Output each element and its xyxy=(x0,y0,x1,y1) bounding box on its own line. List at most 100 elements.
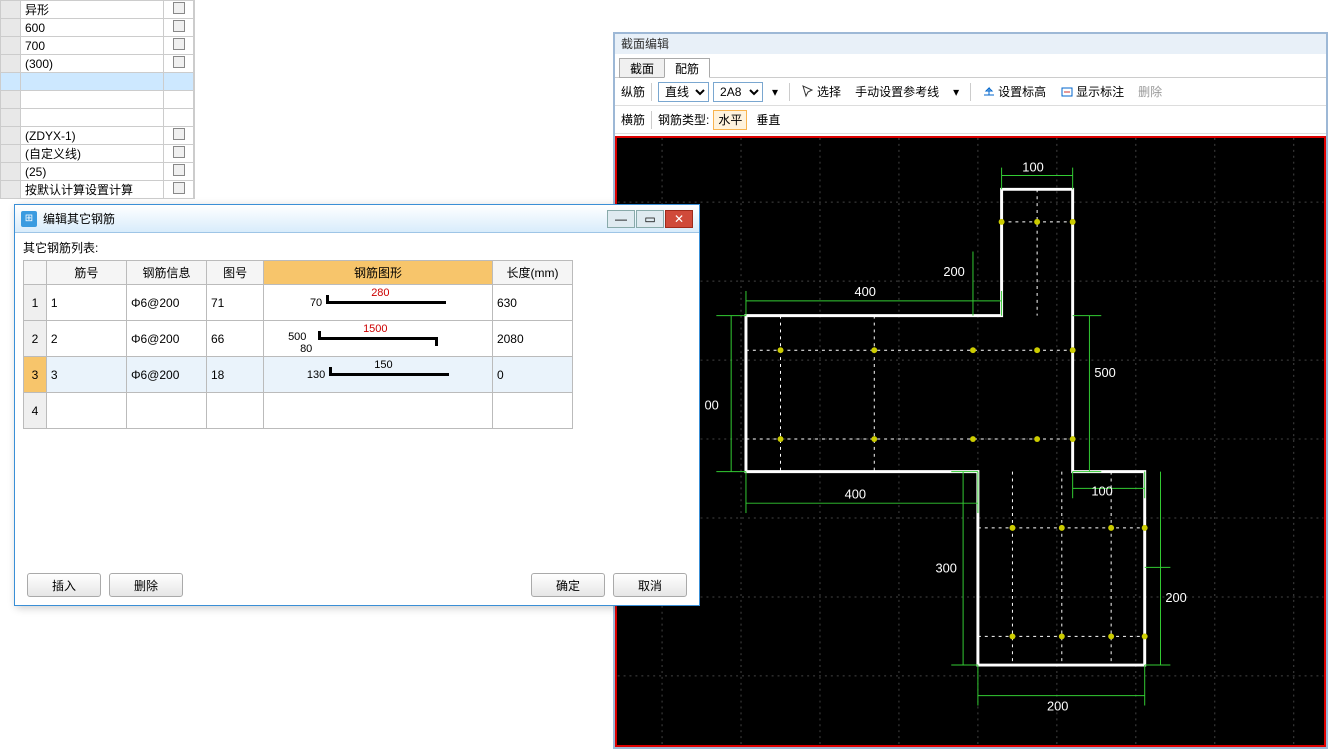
guide-lines xyxy=(746,189,1145,665)
checkbox-icon[interactable] xyxy=(173,56,185,68)
manual-guide-dropdown[interactable]: ▾ xyxy=(948,82,964,102)
table-row[interactable]: 33Φ6@200181301500 xyxy=(24,357,573,393)
cell-id[interactable]: 3 xyxy=(46,357,126,393)
section-outline xyxy=(746,189,1145,665)
checkbox-icon[interactable] xyxy=(173,182,185,194)
svg-text:100: 100 xyxy=(1091,483,1112,498)
header-len: 长度(mm) xyxy=(492,261,572,285)
cell-len[interactable]: 2080 xyxy=(492,321,572,357)
cell-info[interactable]: Φ6@200 xyxy=(126,285,206,321)
delete-button[interactable]: 删除 xyxy=(1133,82,1167,102)
cell-shape[interactable]: 130150 xyxy=(264,357,493,393)
toolbar-row-2: 横筋 钢筋类型: 水平 垂直 xyxy=(615,106,1326,134)
section-editor-title: 截面编辑 xyxy=(615,34,1326,54)
toolbar-row-1: 纵筋 直线 2A8 ▾ 选择 手动设置参考线 ▾ 设置标高 显示标注 删除 xyxy=(615,78,1326,106)
header-info: 钢筋信息 xyxy=(126,261,206,285)
checkbox-icon[interactable] xyxy=(173,146,185,158)
left-list-row[interactable] xyxy=(1,73,194,91)
vertical-button[interactable]: 垂直 xyxy=(751,110,785,130)
cell-info[interactable]: Φ6@200 xyxy=(126,321,206,357)
minimize-button[interactable]: — xyxy=(607,210,635,228)
left-list-row[interactable]: (25) xyxy=(1,163,194,181)
cursor-icon xyxy=(801,85,815,99)
cell-id[interactable]: 1 xyxy=(46,285,126,321)
cancel-button[interactable]: 取消 xyxy=(613,573,687,597)
cell-fig[interactable] xyxy=(207,393,264,429)
cell-shape[interactable]: 70280 xyxy=(264,285,493,321)
svg-text:100: 100 xyxy=(1022,160,1043,175)
left-list-row[interactable]: 异形 xyxy=(1,1,194,19)
table-row[interactable]: 4 xyxy=(24,393,573,429)
section-editor-panel: 截面编辑 截面 配筋 纵筋 直线 2A8 ▾ 选择 手动设置参考线 ▾ 设置标高… xyxy=(613,32,1328,749)
cell-fig[interactable]: 18 xyxy=(207,357,264,393)
line-mode-select[interactable]: 直线 xyxy=(658,82,709,102)
svg-text:300: 300 xyxy=(935,560,956,575)
rebar-table: 筋号 钢筋信息 图号 钢筋图形 长度(mm) 11Φ6@200717028063… xyxy=(23,260,573,429)
dialog-titlebar[interactable]: ⊞ 编辑其它钢筋 — ▭ ✕ xyxy=(15,205,699,233)
checkbox-icon[interactable] xyxy=(173,128,185,140)
annotation-icon xyxy=(1060,85,1074,99)
close-button[interactable]: ✕ xyxy=(665,210,693,228)
show-annotation-button[interactable]: 显示标注 xyxy=(1055,82,1129,102)
cad-tabs: 截面 配筋 xyxy=(615,54,1326,78)
tab-section[interactable]: 截面 xyxy=(619,58,665,78)
grid xyxy=(618,138,1324,745)
dialog-subtitle: 其它钢筋列表: xyxy=(23,239,691,256)
left-list-row[interactable]: (300) xyxy=(1,55,194,73)
label-longitudinal: 纵筋 xyxy=(621,83,645,100)
horizontal-button[interactable]: 水平 xyxy=(713,110,747,130)
cad-canvas[interactable]: 100 400 500 200 00 400 100 300 200 200 xyxy=(615,136,1326,747)
label-transverse: 横筋 xyxy=(621,111,645,128)
table-row[interactable]: 11Φ6@2007170280630 xyxy=(24,285,573,321)
manual-guide-button[interactable]: 手动设置参考线 xyxy=(850,82,944,102)
header-rownum xyxy=(24,261,47,285)
left-list-row[interactable]: 600 xyxy=(1,19,194,37)
separator xyxy=(651,83,652,101)
insert-button[interactable]: 插入 xyxy=(27,573,101,597)
header-fig: 图号 xyxy=(207,261,264,285)
svg-text:400: 400 xyxy=(845,486,866,501)
left-list-row[interactable]: (ZDYX-1) xyxy=(1,127,194,145)
separator xyxy=(789,83,790,101)
cell-id[interactable] xyxy=(46,393,126,429)
dialog-footer: 插入 删除 确定 取消 xyxy=(15,573,699,597)
cell-info[interactable]: Φ6@200 xyxy=(126,357,206,393)
svg-text:400: 400 xyxy=(855,284,876,299)
cell-fig[interactable]: 66 xyxy=(207,321,264,357)
left-list-row[interactable]: 700 xyxy=(1,37,194,55)
delete-row-button[interactable]: 删除 xyxy=(109,573,183,597)
separator xyxy=(970,83,971,101)
cell-shape[interactable]: 500150080 xyxy=(264,321,493,357)
checkbox-icon[interactable] xyxy=(173,38,185,50)
svg-text:200: 200 xyxy=(943,264,964,279)
header-id: 筋号 xyxy=(46,261,126,285)
cell-fig[interactable]: 71 xyxy=(207,285,264,321)
ok-button[interactable]: 确定 xyxy=(531,573,605,597)
left-list-row[interactable] xyxy=(1,91,194,109)
checkbox-icon[interactable] xyxy=(173,20,185,32)
rebar-spec-select[interactable]: 2A8 xyxy=(713,82,763,102)
dimensions: 100 400 500 200 00 400 100 300 200 200 xyxy=(705,160,1187,714)
left-list-row[interactable] xyxy=(1,109,194,127)
cell-len[interactable]: 630 xyxy=(492,285,572,321)
left-list-row[interactable]: 按默认计算设置计算 xyxy=(1,181,194,199)
select-tool-button[interactable]: 选择 xyxy=(796,82,846,102)
svg-text:00: 00 xyxy=(705,397,719,412)
cell-len[interactable]: 0 xyxy=(492,357,572,393)
cell-info[interactable] xyxy=(126,393,206,429)
cell-len[interactable] xyxy=(492,393,572,429)
dialog-title: 编辑其它钢筋 xyxy=(43,210,607,227)
svg-text:200: 200 xyxy=(1165,590,1186,605)
cell-shape[interactable] xyxy=(264,393,493,429)
set-elevation-button[interactable]: 设置标高 xyxy=(977,82,1051,102)
dropdown-arrow-button[interactable]: ▾ xyxy=(767,82,783,102)
table-row[interactable]: 22Φ6@200665001500802080 xyxy=(24,321,573,357)
separator xyxy=(651,111,652,129)
cell-id[interactable]: 2 xyxy=(46,321,126,357)
checkbox-icon[interactable] xyxy=(173,164,185,176)
svg-text:500: 500 xyxy=(1094,365,1115,380)
tab-rebar[interactable]: 配筋 xyxy=(664,58,710,78)
maximize-button[interactable]: ▭ xyxy=(636,210,664,228)
checkbox-icon[interactable] xyxy=(173,2,185,14)
left-list-row[interactable]: (自定义线) xyxy=(1,145,194,163)
